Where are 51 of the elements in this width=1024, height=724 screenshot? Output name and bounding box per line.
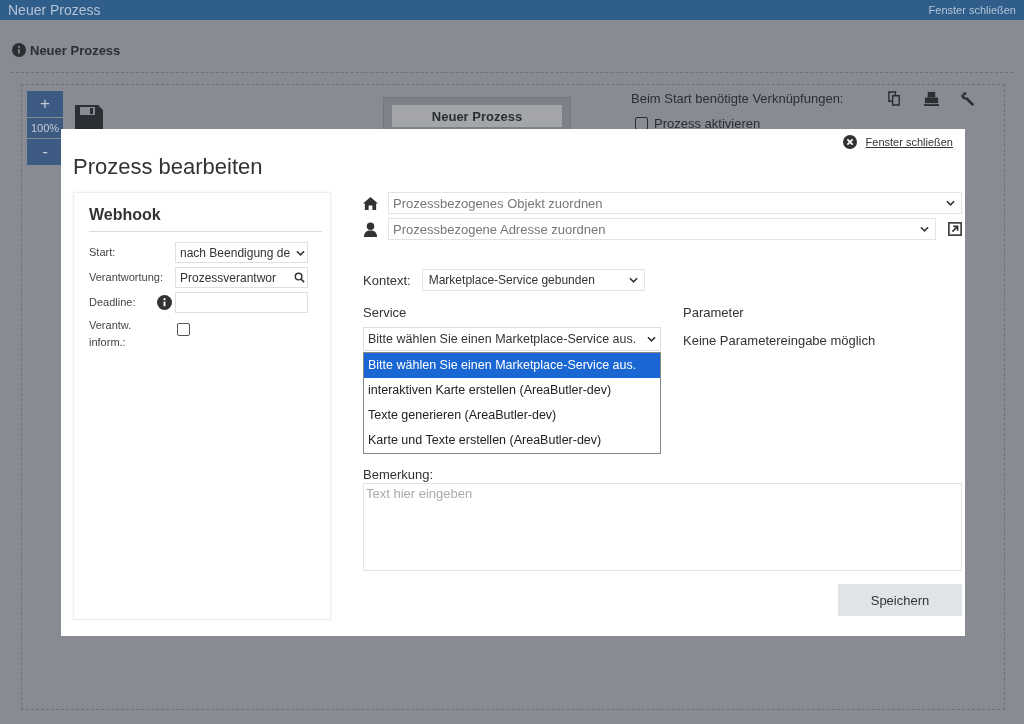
chevron-down-icon [920, 226, 929, 232]
select-field[interactable]: Prozessbezogene Adresse zuordnen [388, 218, 936, 240]
wrench-icon[interactable] [961, 90, 977, 106]
field-label: Bemerkung: [363, 467, 435, 482]
save-icon[interactable] [75, 105, 103, 131]
user-icon [363, 221, 378, 237]
step-title: Webhook [89, 193, 322, 232]
chevron-down-icon [628, 277, 638, 283]
chevron-down-icon [946, 200, 955, 206]
field-label: Service [363, 305, 408, 320]
parameter-text: Keine Parametereingabe möglich [683, 333, 876, 348]
checkbox-label: Prozess aktivieren [654, 115, 761, 131]
select-field[interactable]: nach Beendigung de [175, 242, 308, 263]
field-label: Verantw. inform.: [89, 318, 133, 350]
node-title: Neuer Prozess [392, 105, 562, 127]
zoom-out-button[interactable]: - [27, 139, 63, 165]
dropdown-option[interactable]: Karte und Texte erstellen (AreaButler-dev) [364, 428, 660, 453]
chevron-down-icon [647, 336, 656, 342]
search-field[interactable]: Prozessverantwor [175, 267, 308, 288]
field-label: Deadline: [89, 295, 137, 310]
select-field[interactable]: Bitte wählen Sie einen Marketplace-Service aus. [363, 327, 661, 351]
select-field[interactable]: Marketplace-Service gebunden [421, 269, 645, 291]
dropdown-option[interactable]: Texte generieren (AreaButler-dev) [364, 403, 660, 428]
dialog-title: Prozess bearbeiten [73, 154, 264, 181]
field-label: Start: [89, 245, 117, 260]
home-icon [363, 195, 378, 211]
links-label: Beim Start benötigte Verknüpfungen: [631, 90, 844, 106]
copy-icon[interactable] [887, 90, 903, 106]
page-heading: Neuer Prozess [30, 42, 121, 58]
zoom-in-button[interactable]: + [27, 91, 63, 117]
checkbox[interactable] [177, 323, 190, 336]
dropdown-option[interactable]: interaktiven Karte erstellen (AreaButler-dev) [364, 378, 660, 403]
external-link-icon[interactable] [948, 222, 962, 236]
field-label: Kontext: [363, 272, 411, 288]
close-link[interactable]: Fenster schließen [928, 4, 1016, 16]
field-label: Verantwortung: [89, 270, 163, 285]
chevron-down-icon [296, 249, 305, 256]
close-icon[interactable] [842, 135, 857, 149]
save-button[interactable]: Speichern [838, 584, 962, 616]
dropdown-option[interactable]: Bitte wählen Sie einen Marketplace-Service aus. [364, 353, 660, 378]
text-area[interactable]: Text hier eingeben [363, 483, 962, 571]
search-icon [294, 272, 305, 283]
info-icon [12, 43, 26, 57]
close-link[interactable]: Fenster schließen [865, 136, 953, 148]
zoom-level: 100% [27, 118, 63, 138]
printer-icon[interactable] [924, 90, 940, 106]
select-field[interactable]: Prozessbezogenes Objekt zuordnen [388, 192, 962, 214]
window-title: Neuer Prozess [8, 2, 101, 18]
checkbox[interactable] [635, 116, 648, 130]
input-field[interactable] [175, 292, 308, 313]
field-label: Parameter [683, 305, 745, 320]
